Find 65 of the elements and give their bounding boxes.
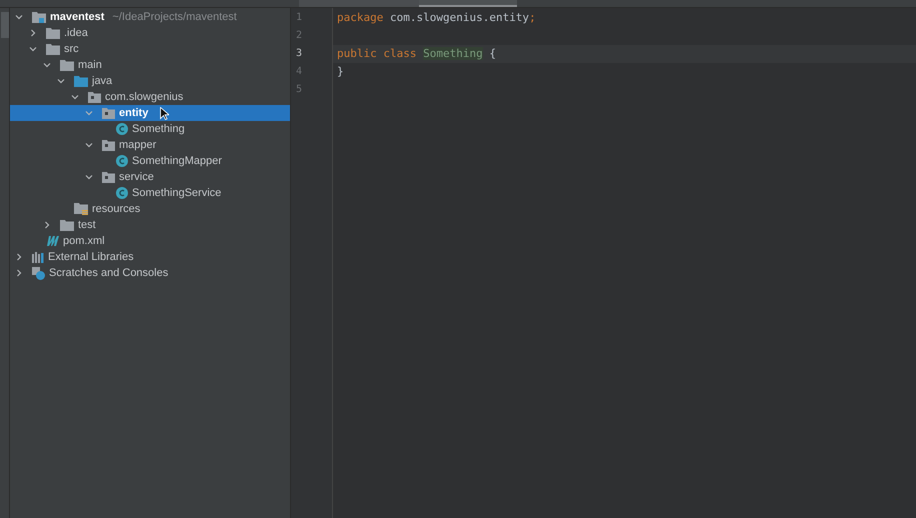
tree-label: test bbox=[78, 218, 96, 233]
tree-label: mapper bbox=[119, 138, 156, 153]
line-number: 2 bbox=[295, 29, 304, 43]
tree-row[interactable]: Something bbox=[10, 121, 290, 137]
tree-row[interactable]: main bbox=[10, 57, 290, 73]
code-line: } bbox=[336, 64, 345, 80]
tree-label: java bbox=[92, 74, 112, 89]
line-number: 1 bbox=[295, 11, 304, 25]
scratches-icon bbox=[32, 266, 45, 280]
tree-label: com.slowgenius bbox=[105, 90, 184, 105]
module-folder-icon bbox=[32, 11, 46, 23]
tree-row[interactable]: service bbox=[10, 169, 290, 185]
chevron-right-icon[interactable] bbox=[43, 221, 51, 229]
tree-row[interactable]: src bbox=[10, 41, 290, 57]
maven-m-icon bbox=[46, 236, 59, 246]
tree-path: ~/IdeaProjects/maventest bbox=[112, 10, 237, 25]
folder-icon bbox=[46, 44, 60, 54]
tree-row[interactable]: com.slowgenius bbox=[10, 89, 290, 105]
tree-row[interactable]: .idea bbox=[10, 25, 290, 41]
tree-row[interactable]: SomethingMapper bbox=[10, 153, 290, 169]
tree-label: entity bbox=[119, 106, 148, 121]
tree-row[interactable]: entity bbox=[10, 105, 290, 121]
tree-row[interactable]: Scratches and Consoles bbox=[10, 265, 290, 281]
folder-icon bbox=[60, 60, 74, 70]
tree-label: maventest bbox=[50, 10, 104, 25]
tree-label: src bbox=[64, 42, 79, 57]
package-folder-icon bbox=[102, 140, 115, 150]
tree-row[interactable]: maventest ~/IdeaProjects/maventest bbox=[10, 9, 290, 25]
line-number: 4 bbox=[295, 65, 304, 79]
folder-icon bbox=[60, 220, 74, 230]
mouse-cursor-icon bbox=[160, 106, 170, 120]
tree-row[interactable]: External Libraries bbox=[10, 249, 290, 265]
class-icon bbox=[116, 187, 128, 199]
line-number: 5 bbox=[295, 83, 304, 97]
package-folder-icon bbox=[102, 108, 115, 118]
chevron-down-icon[interactable] bbox=[15, 13, 23, 21]
class-icon bbox=[116, 155, 128, 167]
tree-label: pom.xml bbox=[63, 234, 105, 249]
package-folder-icon bbox=[102, 172, 115, 182]
tree-row[interactable]: pom.xml bbox=[10, 233, 290, 249]
chevron-down-icon[interactable] bbox=[85, 173, 93, 181]
code-line: package com.slowgenius.entity; bbox=[336, 10, 537, 26]
tree-label: SomethingService bbox=[132, 186, 222, 201]
tree-row[interactable]: SomethingService bbox=[10, 185, 290, 201]
folder-icon bbox=[46, 28, 60, 38]
line-number: 3 bbox=[295, 47, 304, 61]
tree-label: Something bbox=[132, 122, 185, 137]
tree-row[interactable]: java bbox=[10, 73, 290, 89]
libraries-icon bbox=[32, 252, 44, 262]
tree-label: service bbox=[119, 170, 154, 185]
folder-icon bbox=[74, 76, 88, 86]
resources-folder-icon bbox=[74, 203, 88, 215]
tree-row[interactable]: resources bbox=[10, 201, 290, 217]
tree-row[interactable]: mapper bbox=[10, 137, 290, 153]
class-icon bbox=[116, 123, 128, 135]
tree-label: main bbox=[78, 58, 102, 73]
tree-label: resources bbox=[92, 202, 140, 217]
tree-label: .idea bbox=[64, 26, 88, 41]
chevron-right-icon[interactable] bbox=[29, 29, 37, 37]
chevron-down-icon[interactable] bbox=[85, 141, 93, 149]
tree-label: External Libraries bbox=[48, 250, 134, 265]
tree-label: Scratches and Consoles bbox=[49, 266, 168, 281]
package-folder-icon bbox=[88, 92, 101, 102]
tree-row[interactable]: test bbox=[10, 217, 290, 233]
tree-label: SomethingMapper bbox=[132, 154, 222, 169]
